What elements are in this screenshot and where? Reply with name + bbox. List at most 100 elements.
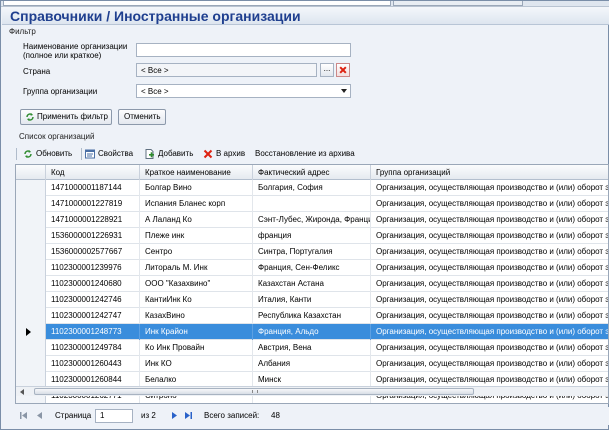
table-cell[interactable]: КазахВино <box>140 308 253 324</box>
row-indicator[interactable] <box>16 196 46 212</box>
table-row[interactable]: 1536000001226931 Плеже инк франция Организа… <box>16 228 608 244</box>
table-cell[interactable]: 1471000001187144 <box>46 180 140 196</box>
table-cell[interactable]: Организация, осуществляющая производство… <box>371 212 608 228</box>
row-indicator[interactable] <box>16 180 46 196</box>
table-cell[interactable]: Казахстан Астана <box>253 276 371 292</box>
row-indicator[interactable] <box>16 324 46 340</box>
horizontal-scrollbar[interactable] <box>16 386 608 396</box>
table-cell[interactable]: 1536000002577667 <box>46 244 140 260</box>
table-cell[interactable]: Организация, осуществляющая производство… <box>371 308 608 324</box>
table-cell[interactable]: Болгар Вино <box>140 180 253 196</box>
table-cell[interactable]: ООО "Казахвино" <box>140 276 253 292</box>
next-page-icon[interactable] <box>169 410 179 421</box>
table-cell[interactable]: Литораль М. Инк <box>140 260 253 276</box>
first-page-icon[interactable] <box>19 410 29 421</box>
scrollbar-thumb[interactable] <box>34 388 474 395</box>
table-cell[interactable]: Организация, осуществляющая производство… <box>371 196 608 212</box>
table-cell[interactable]: Организация, осуществляющая производство… <box>371 260 608 276</box>
table-cell[interactable]: Организация, осуществляющая производство… <box>371 324 608 340</box>
table-cell[interactable]: 1102300001239976 <box>46 260 140 276</box>
table-cell[interactable]: Болгария, София <box>253 180 371 196</box>
row-indicator[interactable] <box>16 276 46 292</box>
table-cell[interactable]: Сэнт-Лубес, Жиронда, Франция <box>253 212 371 228</box>
table-cell[interactable]: Организация, осуществляющая производство… <box>371 180 608 196</box>
table-cell[interactable]: Албания <box>253 356 371 372</box>
table-cell[interactable]: франция <box>253 228 371 244</box>
table-cell[interactable] <box>253 196 371 212</box>
tab-inactive[interactable] <box>393 1 523 6</box>
header-code[interactable]: Код <box>46 165 140 180</box>
table-cell[interactable]: КантиИнк Ко <box>140 292 253 308</box>
table-row[interactable]: 1471000001187144 Болгар Вино Болгария, Соф… <box>16 180 608 196</box>
table-cell[interactable]: Организация, осуществляющая производство… <box>371 276 608 292</box>
tab-active[interactable] <box>3 1 391 6</box>
table-cell[interactable]: Италия, Канти <box>253 292 371 308</box>
table-cell[interactable]: 1102300001242747 <box>46 308 140 324</box>
prev-page-icon[interactable] <box>35 410 45 421</box>
page-input[interactable]: 1 <box>95 409 133 423</box>
row-indicator[interactable] <box>16 244 46 260</box>
table-cell[interactable]: Ко Инк Провайн <box>140 340 253 356</box>
country-pick-button[interactable]: ... <box>320 63 334 77</box>
table-row[interactable]: 1102300001242747 КазахВино Республика Каза… <box>16 308 608 324</box>
table-row[interactable]: 1102300001239976 Литораль М. Инк Франция, … <box>16 260 608 276</box>
table-cell[interactable]: 1102300001248773 <box>46 324 140 340</box>
table-cell[interactable]: Инк КО <box>140 356 253 372</box>
table-row[interactable]: 1102300001240680 ООО "Казахвино" Казахстан… <box>16 276 608 292</box>
table-cell[interactable]: Франция, Альдо <box>253 324 371 340</box>
properties-button[interactable]: Свойства <box>85 147 133 161</box>
page-header: Справочники / Иностранные организации <box>2 7 609 25</box>
table-cell[interactable]: Республика Казахстан <box>253 308 371 324</box>
scroll-left-icon[interactable] <box>20 389 24 395</box>
header-short-name[interactable]: Краткое наименование <box>140 165 253 180</box>
table-row[interactable]: 1102300001248773 Инк Крайон Франция, Альдо… <box>16 324 608 340</box>
row-indicator[interactable] <box>16 212 46 228</box>
table-cell[interactable]: Испания Бланес корп <box>140 196 253 212</box>
row-indicator[interactable] <box>16 292 46 308</box>
table-row[interactable]: 1471000001227819 Испания Бланес корп Орган… <box>16 196 608 212</box>
table-row[interactable]: 1102300001242746 КантиИнк Ко Италия, Канти… <box>16 292 608 308</box>
table-cell[interactable]: 1102300001242746 <box>46 292 140 308</box>
table-row[interactable]: 1471000001228921 А Лаланд Ко Сэнт-Лубес, Ж… <box>16 212 608 228</box>
restore-archive-button[interactable]: Восстановление из архива <box>255 147 355 161</box>
refresh-button[interactable]: Обновить <box>23 147 72 161</box>
table-cell[interactable]: Инк Крайон <box>140 324 253 340</box>
table-cell[interactable]: Плеже инк <box>140 228 253 244</box>
row-indicator[interactable] <box>16 356 46 372</box>
table-cell[interactable]: Организация, осуществляющая производство… <box>371 292 608 308</box>
country-field[interactable]: < Все > <box>136 63 317 77</box>
table-cell[interactable]: А Лаланд Ко <box>140 212 253 228</box>
row-indicator[interactable] <box>16 308 46 324</box>
table-row[interactable]: 1536000002577667 Сентро Синтра, Португалия… <box>16 244 608 260</box>
table-cell[interactable]: 1471000001228921 <box>46 212 140 228</box>
apply-filter-button[interactable]: Применить фильтр <box>20 109 112 125</box>
last-page-icon[interactable] <box>183 410 193 421</box>
table-row[interactable]: 1102300001260443 Инк КО Албания Организация… <box>16 356 608 372</box>
header-group[interactable]: Группа организаций <box>371 165 608 180</box>
table-cell[interactable]: 1102300001260443 <box>46 356 140 372</box>
table-cell[interactable]: Организация, осуществляющая производство… <box>371 356 608 372</box>
table-cell[interactable]: Организация, осуществляющая производство… <box>371 244 608 260</box>
table-cell[interactable]: 1102300001249784 <box>46 340 140 356</box>
header-address[interactable]: Фактический адрес <box>253 165 371 180</box>
table-cell[interactable]: Франция, Сен-Феликс <box>253 260 371 276</box>
organizations-table: Код Краткое наименование Фактический адр… <box>15 164 609 404</box>
table-cell[interactable]: Организация, осуществляющая производство… <box>371 228 608 244</box>
country-clear-icon[interactable] <box>336 63 350 77</box>
add-button[interactable]: Добавить <box>145 147 193 161</box>
table-row[interactable]: 1102300001249784 Ко Инк Провайн Австрия, В… <box>16 340 608 356</box>
row-indicator[interactable] <box>16 340 46 356</box>
table-cell[interactable]: Организация, осуществляющая производство… <box>371 340 608 356</box>
table-cell[interactable]: 1471000001227819 <box>46 196 140 212</box>
group-select[interactable]: < Все > <box>136 84 351 98</box>
table-cell[interactable]: Австрия, Вена <box>253 340 371 356</box>
row-indicator[interactable] <box>16 228 46 244</box>
table-cell[interactable]: Синтра, Португалия <box>253 244 371 260</box>
org-name-input[interactable] <box>136 43 351 57</box>
table-cell[interactable]: Сентро <box>140 244 253 260</box>
row-indicator[interactable] <box>16 260 46 276</box>
table-cell[interactable]: 1536000001226931 <box>46 228 140 244</box>
archive-button[interactable]: В архив <box>203 147 245 161</box>
cancel-filter-button[interactable]: Отменить <box>118 109 166 125</box>
table-cell[interactable]: 1102300001240680 <box>46 276 140 292</box>
